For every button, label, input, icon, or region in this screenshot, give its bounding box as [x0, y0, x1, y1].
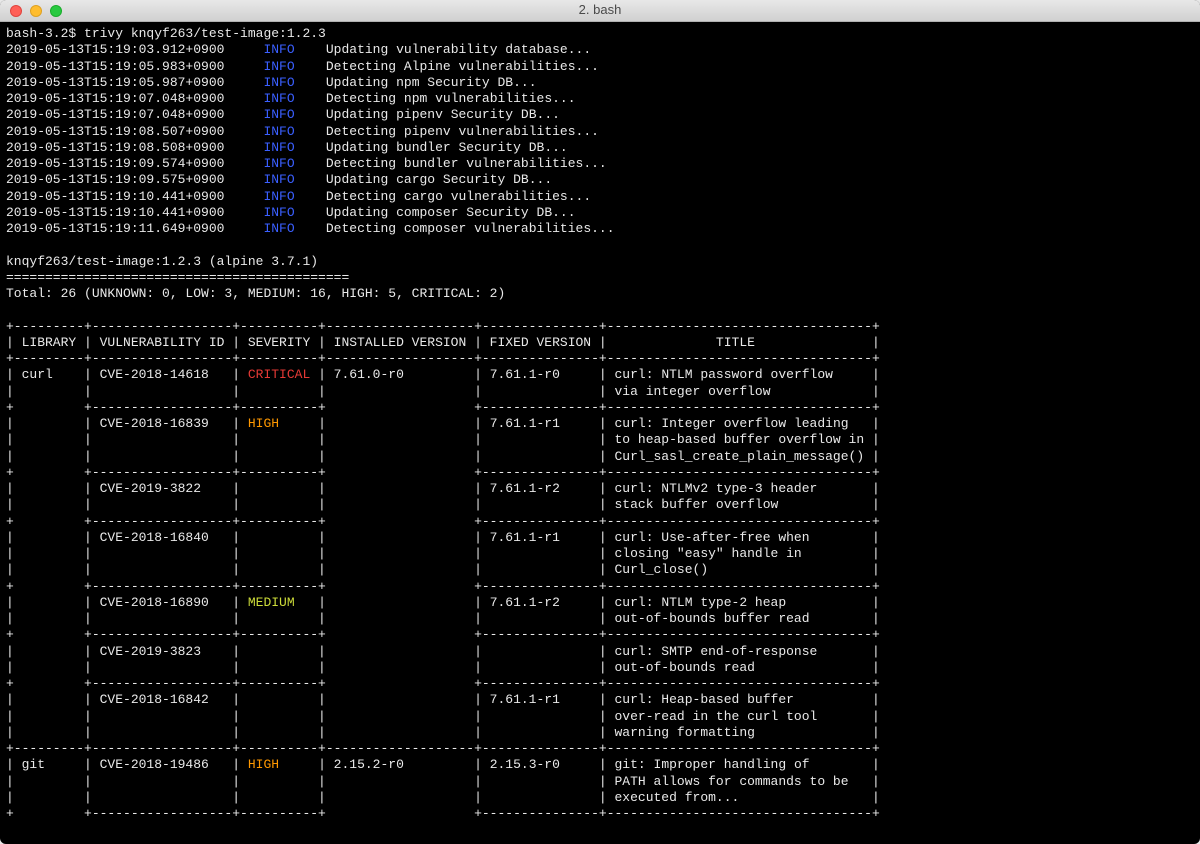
- close-icon[interactable]: [10, 5, 22, 17]
- window-controls: [0, 5, 62, 17]
- titlebar: 2. bash: [0, 0, 1200, 22]
- window-title: 2. bash: [0, 2, 1200, 18]
- minimize-icon[interactable]: [30, 5, 42, 17]
- terminal-window: 2. bash bash-3.2$ trivy knqyf263/test-im…: [0, 0, 1200, 844]
- zoom-icon[interactable]: [50, 5, 62, 17]
- terminal-body[interactable]: bash-3.2$ trivy knqyf263/test-image:1.2.…: [0, 22, 1200, 826]
